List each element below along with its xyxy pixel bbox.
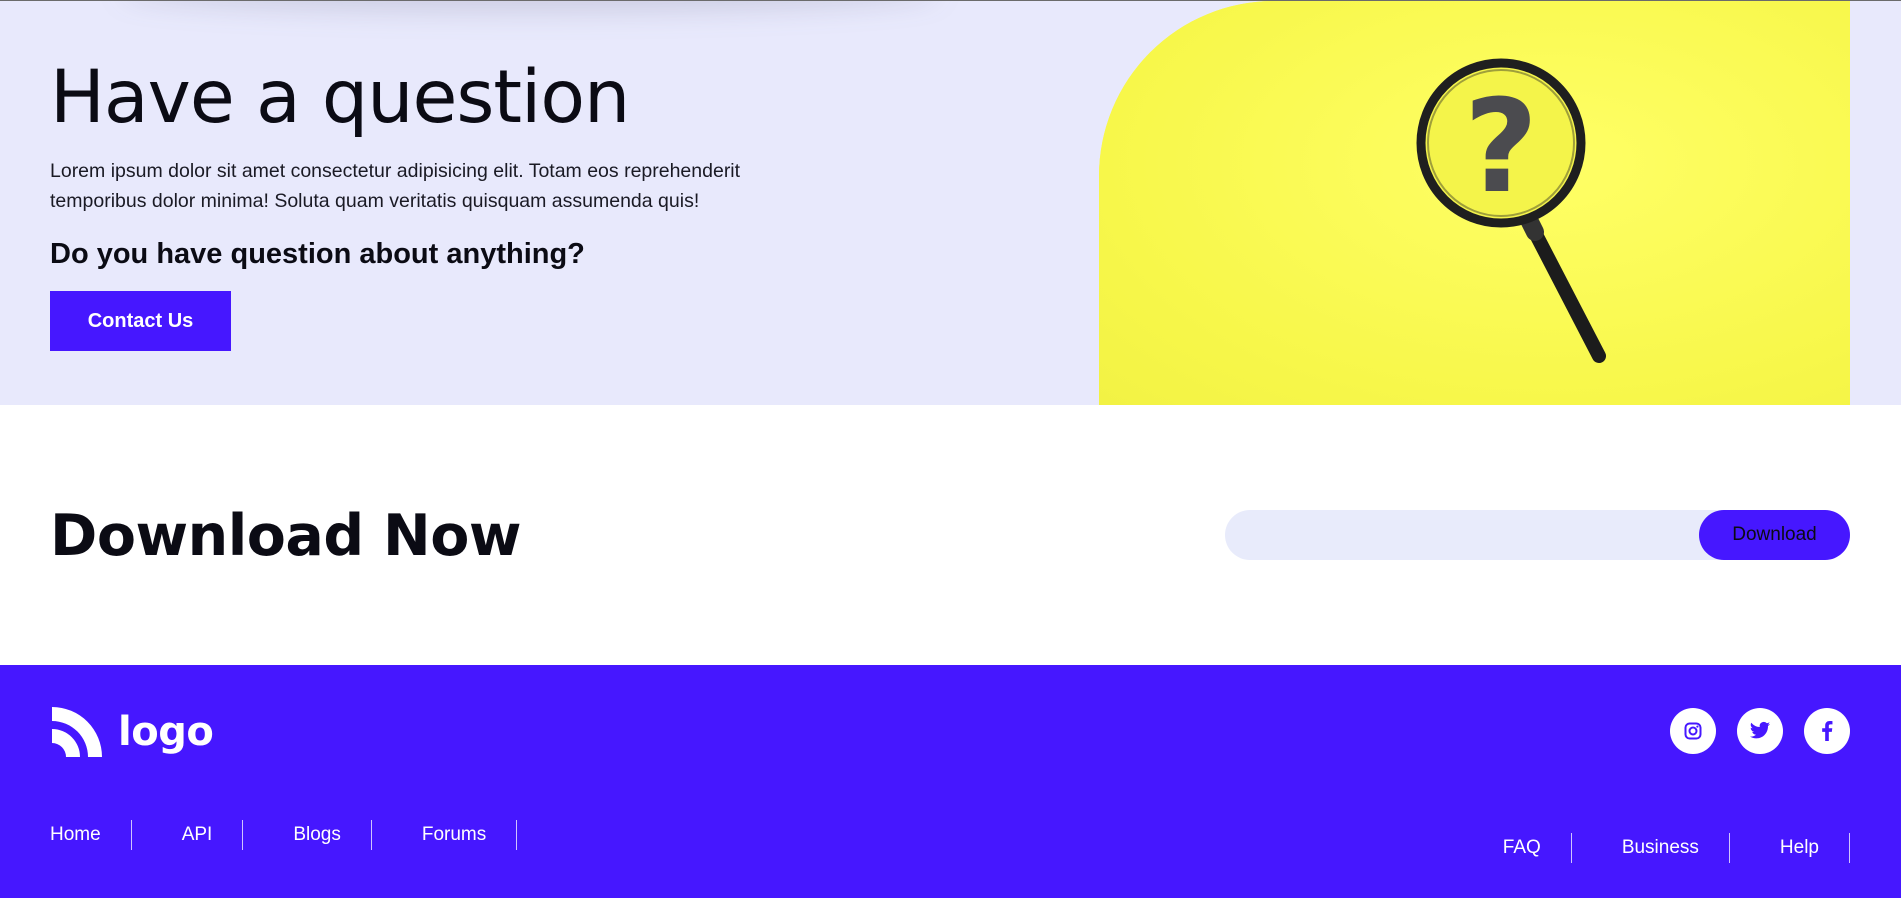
download-button[interactable]: Download — [1699, 510, 1850, 560]
hero-text-block: Have a question Lorem ipsum dolor sit am… — [50, 56, 810, 272]
nav-api[interactable]: API — [132, 820, 244, 850]
nav-home[interactable]: Home — [50, 820, 132, 850]
hero-image: ? — [1099, 1, 1850, 405]
nav-faq[interactable]: FAQ — [1503, 833, 1572, 863]
social-links — [1670, 708, 1850, 754]
facebook-icon — [1822, 721, 1833, 741]
nav-blogs[interactable]: Blogs — [243, 820, 372, 850]
hero-subtitle: Do you have question about anything? — [50, 238, 585, 270]
footer-nav-secondary: FAQ Business Help — [1503, 833, 1850, 863]
magnifying-glass-question-icon: ? — [1416, 58, 1606, 363]
contact-us-button[interactable]: Contact Us — [50, 291, 231, 351]
download-input[interactable] — [1225, 510, 1725, 560]
hero-description: Lorem ipsum dolor sit amet consectetur a… — [50, 160, 741, 212]
logo-text: logo — [118, 709, 214, 755]
twitter-icon — [1749, 721, 1771, 739]
svg-text:?: ? — [1464, 73, 1538, 222]
twitter-link[interactable] — [1737, 708, 1783, 754]
footer: logo Home API Blogs Forums FAQ Business … — [0, 665, 1901, 898]
nav-business[interactable]: Business — [1572, 833, 1730, 863]
hero-section: Have a question Lorem ipsum dolor sit am… — [0, 0, 1901, 405]
nav-help[interactable]: Help — [1730, 833, 1850, 863]
download-form: Download — [1225, 510, 1850, 560]
instagram-icon — [1684, 722, 1702, 740]
footer-nav-primary: Home API Blogs Forums — [50, 820, 518, 850]
wifi-arcs-icon — [52, 707, 102, 757]
facebook-link[interactable] — [1804, 708, 1850, 754]
download-title: Download Now — [50, 503, 522, 569]
nav-forums[interactable]: Forums — [372, 820, 518, 850]
instagram-link[interactable] — [1670, 708, 1716, 754]
hero-title: Have a question — [50, 55, 630, 140]
hero-top-shadow — [120, 1, 940, 11]
logo[interactable]: logo — [50, 705, 214, 759]
download-section: Download Now Download — [0, 405, 1901, 665]
